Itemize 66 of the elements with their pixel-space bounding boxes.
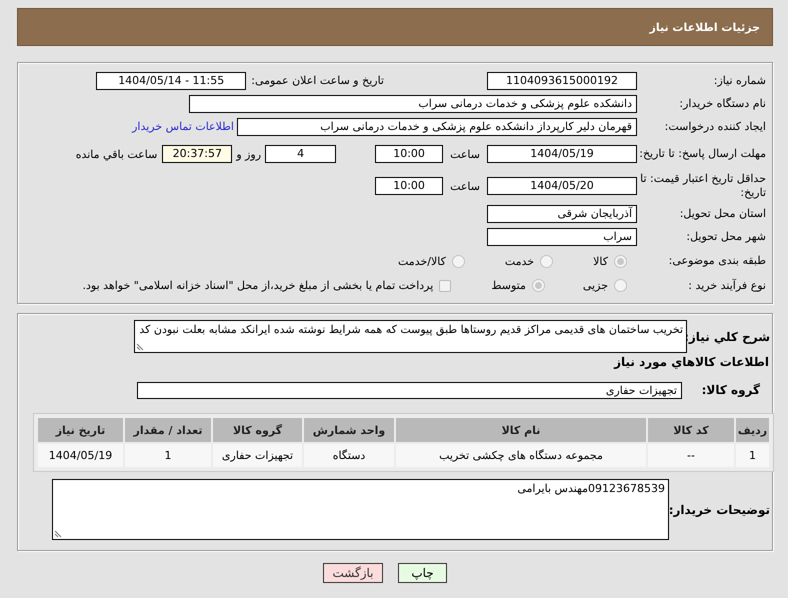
print-button[interactable]: چاپ [398,563,447,583]
time-field: 10:00 [375,145,444,163]
column-header: تاریخ نیاز [38,418,123,442]
remaining-label: ساعت باقي مانده [76,148,158,160]
field-label: نوع فرآیند خرید : [687,278,767,292]
date-field: 1404/05/19 [487,145,637,163]
radio-button[interactable] [614,254,627,268]
field-label: مهلت ارسال پاسخ: تا تاریخ: [639,147,767,161]
description-field[interactable]: تخریب ساختمان های قدیمی مراکز قدیم روستاها طبق پیوست که همه شرایط نوشته شده ایرانکد مشابه بعلت نبودن کد [134,320,687,353]
radio-button[interactable] [540,254,554,268]
notes-text: 09123678539مهندس بایرامی [517,482,665,495]
table-cell: دستگاه [304,444,394,467]
field-label: شهر محل تحویل: [685,230,767,244]
page-title: جزئیات اطلاعات نیاز [650,20,760,34]
table-cell: -- [648,444,734,467]
countdown-field: 20:37:57 [162,145,232,163]
field-label: گروه کالا: [700,383,761,397]
announce-date-field: 1404/05/14 - 11:55 [96,72,246,90]
column-header: ردیف [736,418,769,442]
date-field: 1404/05/20 [487,177,637,195]
field-label: طبقه بندی موضوعی: [668,254,767,268]
field-label: شماره نیاز: [712,74,767,88]
field-label: توضیحات خریدار: [669,502,771,516]
option-label: جزیی [582,279,608,292]
resize-grip-icon[interactable] [54,530,62,538]
treasury-label: پرداخت تمام یا بخشی از مبلغ خرید،از محل "اسناد خزانه اسلامی" خواهد بود. [82,279,434,292]
description-text: تخریب ساختمان های قدیمی مراکز قدیم روستاها طبق پیوست که همه شرایط نوشته شده ایرانکد مشابه بعلت نبودن کد [139,323,683,336]
table-cell: 1 [125,444,211,467]
option-label: کالا [593,254,608,268]
table-cell: 1404/05/19 [38,444,123,467]
time-label: ساعت [450,180,480,192]
requester-field: قهرمان دلیر کارپرداز دانشکده علوم پزشکی و خدمات درمانی سراب [237,118,637,136]
checkbox[interactable] [439,280,452,292]
column-header: واحد شمارش [304,418,394,442]
time-field: 10:00 [375,177,444,195]
days-field: 4 [265,145,336,163]
column-header: کد کالا [648,418,734,442]
field-label: نام دستگاه خریدار: [678,96,767,110]
radio-button[interactable] [532,279,545,292]
goods-group-field: تجهیزات حفاری [137,382,682,398]
field-label: استان محل تحویل: [678,206,767,220]
buyer-org-field: دانشکده علوم پزشکی و خدمات درمانی سراب [189,94,637,112]
column-header: گروه کالا [213,418,302,442]
option-label: متوسط [491,279,526,292]
field-label: حداقل تاریخ اعتبار قیمت: تا تاریخ: [639,172,767,200]
time-label: ساعت [450,148,480,160]
option-label: خدمت [504,254,534,268]
radio-button[interactable] [614,279,627,292]
section-heading: اطلاعات کالاهاي مورد نياز [614,355,770,369]
province-field: آذربایجان شرقی [487,204,637,222]
option-label: کالا/خدمت [398,254,446,268]
field-label: تاریخ و ساعت اعلان عمومی: [251,74,384,87]
back-button[interactable]: بازگشت [323,563,383,583]
table-cell: مجموعه دستگاه های چکشی تخریب [396,444,646,467]
days-label: روز و [236,148,262,160]
column-header: تعداد / مقدار [125,418,211,442]
contact-link[interactable]: اطلاعات تماس خریدار [132,120,234,133]
table-cell: 1 [736,444,769,467]
resize-grip-icon[interactable] [136,343,144,351]
field-label: ایجاد کننده درخواست: [664,120,767,134]
need-number-field: 1104093615000192 [487,72,637,90]
column-header: نام کالا [396,418,646,442]
table-cell: تجهیزات حفاری [213,444,302,467]
city-field: سراب [487,228,637,246]
buyer-notes-field[interactable]: 09123678539مهندس بایرامی [52,479,669,540]
radio-button[interactable] [452,254,465,268]
